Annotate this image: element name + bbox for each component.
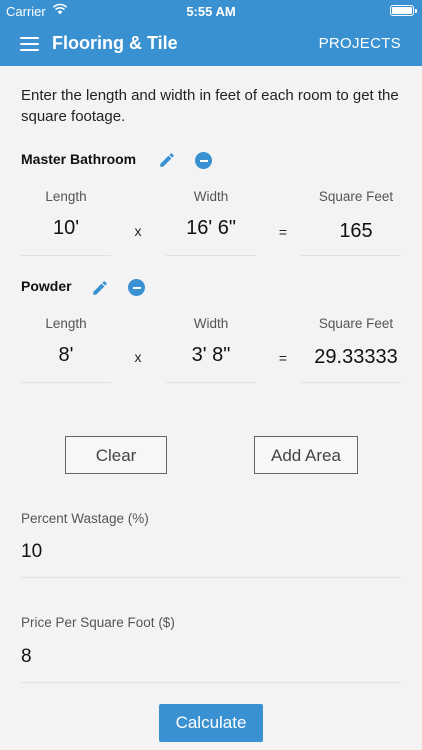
app-bar: Flooring & Tile PROJECTS — [0, 22, 422, 66]
price-label: Price Per Square Foot ($) — [21, 615, 175, 630]
width-field[interactable]: 16' 6" — [166, 217, 256, 240]
app-title: Flooring & Tile — [52, 33, 178, 53]
square-feet-label: Square Feet — [318, 316, 394, 331]
status-bar: Carrier 5:55 AM — [0, 0, 422, 22]
square-feet-underline — [301, 255, 401, 256]
length-label: Length — [45, 316, 87, 331]
square-feet-label: Square Feet — [318, 189, 394, 204]
width-underline — [166, 382, 256, 383]
remove-icon[interactable] — [195, 152, 212, 169]
area-header: Powder — [21, 277, 72, 301]
equals-sign: = — [278, 224, 288, 240]
times-sign: x — [134, 349, 142, 365]
area-name: Master Bathroom — [21, 150, 137, 167]
battery-icon — [390, 5, 417, 16]
edit-icon[interactable] — [91, 279, 109, 297]
remove-icon[interactable] — [128, 279, 145, 296]
width-label: Width — [193, 189, 229, 204]
wastage-underline — [21, 577, 401, 578]
square-feet-value: 165 — [339, 220, 373, 242]
square-feet-underline — [301, 382, 401, 383]
area-name: Powder — [21, 277, 72, 294]
width-label: Width — [193, 316, 229, 331]
wastage-label: Percent Wastage (%) — [21, 511, 149, 526]
length-field[interactable]: 8' — [21, 344, 111, 367]
edit-icon[interactable] — [158, 151, 176, 169]
area-header: Master Bathroom — [21, 150, 136, 174]
price-underline — [21, 682, 401, 683]
length-label: Length — [45, 189, 87, 204]
length-field[interactable]: 10' — [21, 217, 111, 240]
clear-button[interactable]: Clear — [65, 436, 167, 474]
add-area-button[interactable]: Add Area — [254, 436, 358, 474]
menu-icon[interactable] — [20, 37, 39, 51]
square-feet-value: 29.33333 — [314, 346, 398, 368]
calculate-button[interactable]: Calculate — [159, 704, 263, 742]
length-underline — [21, 382, 111, 383]
intro-text: Enter the length and width in feet of ea… — [21, 87, 399, 125]
width-underline — [166, 255, 256, 256]
times-sign: x — [134, 223, 142, 239]
length-underline — [21, 255, 111, 256]
clock: 5:55 AM — [186, 4, 236, 19]
projects-button[interactable]: PROJECTS — [319, 35, 401, 52]
wastage-input[interactable]: 10 — [21, 541, 42, 563]
width-field[interactable]: 3' 8" — [166, 344, 256, 367]
price-input[interactable]: 8 — [21, 646, 32, 668]
equals-sign: = — [278, 350, 288, 366]
